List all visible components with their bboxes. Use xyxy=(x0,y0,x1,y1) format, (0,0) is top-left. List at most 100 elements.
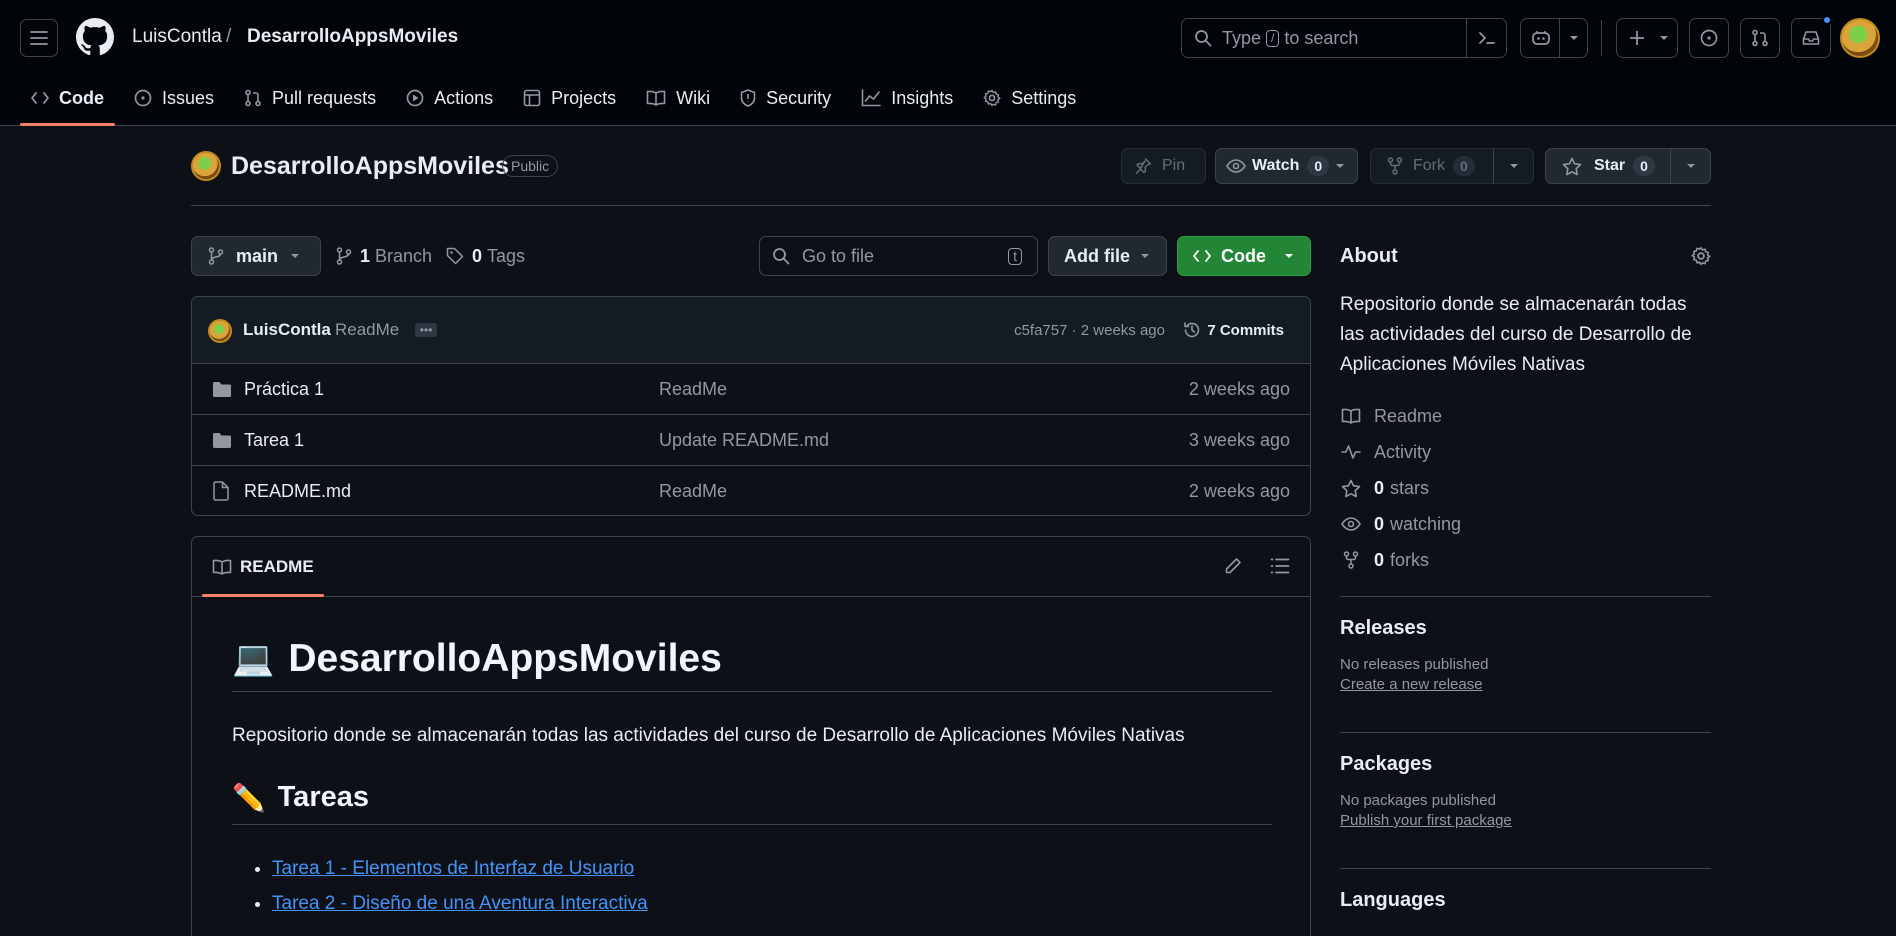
file-row[interactable]: README.md ReadMe 2 weeks ago xyxy=(192,465,1310,516)
activity-link-label: Activity xyxy=(1374,441,1432,462)
hamburger-icon xyxy=(30,30,48,46)
file-name[interactable]: Tarea 1 xyxy=(244,430,304,451)
readme-link[interactable]: Tarea 1 - Elementos de Interfaz de Usuar… xyxy=(272,858,634,879)
graph-icon xyxy=(861,89,881,107)
pulse-icon xyxy=(1340,444,1362,460)
star-icon xyxy=(1562,157,1582,176)
readme-link[interactable]: Readme xyxy=(1340,398,1711,434)
search-input[interactable]: Type / to search xyxy=(1181,18,1507,58)
create-new-button[interactable] xyxy=(1616,18,1678,58)
pull-requests-button[interactable] xyxy=(1740,18,1780,58)
star-icon xyxy=(1340,479,1362,498)
tab-settings[interactable]: Settings xyxy=(972,80,1087,116)
watch-count: 0 xyxy=(1307,156,1330,176)
branches-link[interactable]: 1 Branch xyxy=(336,236,432,276)
visibility-badge: Public xyxy=(502,155,559,177)
tab-insights[interactable]: Insights xyxy=(850,80,964,116)
tab-projects[interactable]: Projects xyxy=(512,80,627,116)
copilot-button[interactable] xyxy=(1520,18,1588,58)
go-to-file-input[interactable]: Go to file t xyxy=(759,236,1038,276)
tab-wiki[interactable]: Wiki xyxy=(635,80,721,116)
watch-button[interactable]: Watch 0 xyxy=(1215,148,1358,184)
chevron-down-icon xyxy=(1569,35,1579,41)
readme-tab[interactable]: README xyxy=(202,549,324,597)
tab-actions[interactable]: Actions xyxy=(395,80,504,116)
forks-link[interactable]: 0 forks xyxy=(1340,542,1711,578)
gear-icon xyxy=(983,89,1001,107)
commit-meta[interactable]: c5fa757 · 2 weeks ago xyxy=(1014,322,1165,339)
laptop-icon: 💻 xyxy=(232,640,275,678)
branch-selector[interactable]: main xyxy=(191,236,321,276)
commit-author[interactable]: LuisContla xyxy=(243,320,331,340)
user-avatar[interactable] xyxy=(1840,18,1880,58)
file-commit-message[interactable]: ReadMe xyxy=(659,481,727,502)
repo-owner-avatar[interactable] xyxy=(191,151,221,181)
about-sidebar: About Repositorio donde se almacenarán t… xyxy=(1340,236,1711,928)
code-icon xyxy=(31,91,49,105)
publish-package-link[interactable]: Publish your first package xyxy=(1340,812,1711,829)
add-file-button[interactable]: Add file xyxy=(1048,236,1167,276)
tab-code[interactable]: Code xyxy=(20,80,115,126)
fork-button[interactable]: Fork 0 xyxy=(1370,148,1534,184)
commit-author-avatar[interactable] xyxy=(208,319,232,343)
readme-link-list: Tarea 1 - Elementos de Interfaz de Usuar… xyxy=(272,851,648,921)
copilot-menu-button[interactable] xyxy=(1559,19,1588,57)
notification-dot xyxy=(1822,15,1832,25)
ellipsis-icon[interactable]: ••• xyxy=(415,323,437,337)
create-release-link[interactable]: Create a new release xyxy=(1340,676,1711,693)
readme-link[interactable]: Tarea 2 - Diseño de una Aventura Interac… xyxy=(272,893,648,914)
readme-tab-label: README xyxy=(240,557,314,576)
issues-button[interactable] xyxy=(1689,18,1729,58)
tab-security[interactable]: Security xyxy=(729,80,842,116)
tab-label: Code xyxy=(59,87,104,108)
fork-label: Fork xyxy=(1413,157,1445,174)
tab-issues[interactable]: Issues xyxy=(123,80,225,116)
watching-link[interactable]: 0 watching xyxy=(1340,506,1711,542)
file-name[interactable]: README.md xyxy=(244,481,351,502)
branch-name: main xyxy=(236,245,279,266)
code-button[interactable]: Code xyxy=(1177,236,1311,276)
file-commit-message[interactable]: Update README.md xyxy=(659,430,829,451)
commits-link[interactable]: 7 Commits xyxy=(1183,321,1284,339)
file-row[interactable]: Tarea 1 Update README.md 3 weeks ago xyxy=(192,414,1310,465)
fork-icon xyxy=(1340,551,1362,569)
edit-icon[interactable] xyxy=(1224,557,1242,575)
star-button[interactable]: Star 0 xyxy=(1545,148,1711,184)
fork-menu-button[interactable] xyxy=(1493,149,1533,183)
breadcrumb-repo[interactable]: DesarrolloAppsMoviles xyxy=(247,26,458,48)
tag-icon xyxy=(446,247,464,265)
outline-icon[interactable] xyxy=(1270,557,1290,575)
file-row[interactable]: Práctica 1 ReadMe 2 weeks ago xyxy=(192,363,1310,414)
about-description: Repositorio donde se almacenarán todas l… xyxy=(1340,294,1692,375)
command-palette-button[interactable] xyxy=(1466,19,1506,57)
star-menu-button[interactable] xyxy=(1670,149,1710,183)
repo-title[interactable]: DesarrolloAppsMoviles xyxy=(231,152,509,181)
activity-link[interactable]: Activity xyxy=(1340,434,1711,470)
stars-link[interactable]: 0 stars xyxy=(1340,470,1711,506)
file-commit-message[interactable]: ReadMe xyxy=(659,379,727,400)
tab-label: Security xyxy=(766,87,832,108)
tab-pull-requests[interactable]: Pull requests xyxy=(233,80,387,116)
pin-button[interactable]: Pin xyxy=(1121,148,1206,184)
branch-icon xyxy=(208,247,224,265)
commit-message[interactable]: ReadMe xyxy=(335,320,399,340)
breadcrumb-separator: / xyxy=(226,26,232,47)
breadcrumb-owner[interactable]: LuisContla xyxy=(132,26,222,48)
github-logo-icon[interactable] xyxy=(76,18,114,56)
packages-heading[interactable]: Packages xyxy=(1340,753,1711,776)
book-icon xyxy=(646,90,666,106)
inbox-icon xyxy=(1802,30,1820,46)
tags-link[interactable]: 0 Tags xyxy=(446,236,525,276)
menu-button[interactable] xyxy=(20,19,58,57)
releases-heading[interactable]: Releases xyxy=(1340,617,1711,640)
about-header: About xyxy=(1340,236,1711,276)
gear-icon[interactable] xyxy=(1691,246,1711,266)
folder-icon xyxy=(212,381,232,398)
pin-icon xyxy=(1134,157,1152,175)
tab-label: Insights xyxy=(891,87,954,108)
file-name[interactable]: Práctica 1 xyxy=(244,379,324,400)
readme-link-label: Readme xyxy=(1374,405,1443,426)
list-item: Tarea 2 - Diseño de una Aventura Interac… xyxy=(272,886,648,921)
tab-label: Projects xyxy=(551,87,617,108)
releases-section: Releases No releases published Create a … xyxy=(1340,596,1711,732)
